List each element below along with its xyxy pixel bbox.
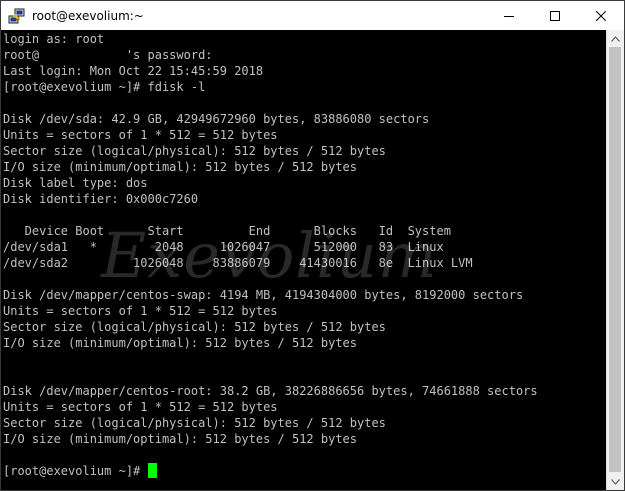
prompt-text: [root@exevolium ~]#: [3, 464, 148, 478]
putty-icon[interactable]: [8, 7, 26, 25]
terminal-line: I/O size (minimum/optimal): 512 bytes / …: [3, 336, 358, 350]
terminal-output[interactable]: login as: root root@ 's password: Last l…: [1, 30, 607, 490]
partition-row: /dev/sda1 * 2048 1026047 512000 83 Linux: [3, 240, 444, 254]
scroll-down-button[interactable]: [607, 473, 624, 490]
maximize-button[interactable]: [532, 1, 578, 30]
minimize-button[interactable]: [486, 1, 532, 30]
putty-window: root@exevolium:~ login as: root root@ 's…: [0, 0, 625, 491]
terminal-line: root@ 's password:: [3, 48, 213, 62]
window-title: root@exevolium:~: [32, 8, 144, 23]
terminal-line: Sector size (logical/physical): 512 byte…: [3, 144, 386, 158]
minimize-icon: [504, 15, 514, 17]
title-bar[interactable]: root@exevolium:~: [1, 1, 624, 30]
terminal-line: [root@exevolium ~]# fdisk -l: [3, 80, 206, 94]
terminal-line: Sector size (logical/physical): 512 byte…: [3, 320, 386, 334]
close-button[interactable]: [578, 1, 624, 30]
scroll-thumb[interactable]: [609, 47, 621, 472]
terminal-line: I/O size (minimum/optimal): 512 bytes / …: [3, 432, 358, 446]
partition-row: /dev/sda2 1026048 83886079 41430016 8e L…: [3, 256, 473, 270]
command-prompt[interactable]: [root@exevolium ~]#: [3, 463, 607, 479]
terminal-line: Last login: Mon Oct 22 15:45:59 2018: [3, 64, 264, 78]
terminal-line: Disk /dev/mapper/centos-root: 38.2 GB, 3…: [3, 384, 538, 398]
terminal-line: Units = sectors of 1 * 512 = 512 bytes: [3, 400, 278, 414]
terminal-line: Units = sectors of 1 * 512 = 512 bytes: [3, 304, 278, 318]
scroll-up-button[interactable]: [607, 30, 624, 47]
text-cursor: [147, 463, 157, 478]
vertical-scrollbar[interactable]: [606, 30, 624, 490]
maximize-icon: [550, 10, 560, 21]
scroll-up-arrow-icon: [611, 35, 620, 42]
close-icon: [596, 10, 606, 21]
terminal-line: I/O size (minimum/optimal): 512 bytes / …: [3, 160, 358, 174]
scroll-down-arrow-icon: [611, 478, 620, 485]
terminal-line: Sector size (logical/physical): 512 byte…: [3, 416, 386, 430]
terminal-line: Units = sectors of 1 * 512 = 512 bytes: [3, 128, 278, 142]
terminal-line: login as: root: [3, 32, 105, 46]
terminal-line: Disk identifier: 0x000c7260: [3, 192, 199, 206]
terminal-line: Disk /dev/mapper/centos-swap: 4194 MB, 4…: [3, 288, 524, 302]
terminal-line: Disk /dev/sda: 42.9 GB, 42949672960 byte…: [3, 112, 430, 126]
partition-table-header: Device Boot Start End Blocks Id System: [3, 224, 451, 238]
terminal-line: Disk label type: dos: [3, 176, 148, 190]
